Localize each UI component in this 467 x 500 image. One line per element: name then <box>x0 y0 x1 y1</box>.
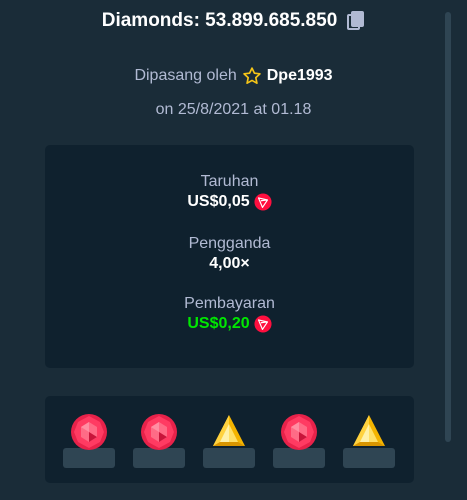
bet-amount-value-row: US$0,05 <box>187 193 272 211</box>
multiplier-stat: Pengganda 4,00× <box>45 235 414 273</box>
username-link[interactable]: Dpe1993 <box>267 67 333 85</box>
gem-tiles-panel <box>45 396 414 483</box>
header: Diamonds: 53.899.685.850 <box>0 10 467 32</box>
yellow-gem-icon <box>353 415 385 446</box>
gem-tile <box>133 412 185 468</box>
placed-by-label: Dipasang oleh <box>134 67 237 84</box>
red-gem-icon <box>141 414 177 450</box>
game-title: Diamonds: 53.899.685.850 <box>101 10 338 31</box>
bet-date: on 25/8/2021 at 01.18 <box>155 101 312 118</box>
payout-value-row: US$0,20 <box>187 315 272 333</box>
multiplier-value: 4,00× <box>209 255 250 272</box>
yellow-gem-icon <box>213 415 245 446</box>
red-gem-icon <box>281 414 317 450</box>
red-gem-icon <box>71 414 107 450</box>
gem-tile <box>203 412 255 468</box>
tron-coin-icon <box>254 193 272 211</box>
gem-tile <box>63 412 115 468</box>
multiplier-label: Pengganda <box>188 235 271 252</box>
tron-coin-icon <box>254 315 272 333</box>
payout-label: Pembayaran <box>184 295 275 312</box>
copy-icon[interactable] <box>347 11 365 31</box>
gem-tile <box>273 412 325 468</box>
placed-by-row: Dipasang oleh Dpe1993 <box>0 66 467 86</box>
payout-value: US$0,20 <box>187 315 250 332</box>
payout-stat: Pembayaran US$0,20 <box>45 295 414 333</box>
gem-tile <box>343 412 395 468</box>
bet-stats-panel: Taruhan US$0,05 Pengganda 4,00× Pembayar… <box>45 145 414 368</box>
bet-amount-label: Taruhan <box>200 173 259 190</box>
bet-details-modal: Diamonds: 53.899.685.850 Dipasang oleh D… <box>0 0 467 500</box>
bet-amount-value: US$0,05 <box>187 193 250 210</box>
bet-amount-stat: Taruhan US$0,05 <box>45 173 414 211</box>
star-icon <box>242 67 261 84</box>
